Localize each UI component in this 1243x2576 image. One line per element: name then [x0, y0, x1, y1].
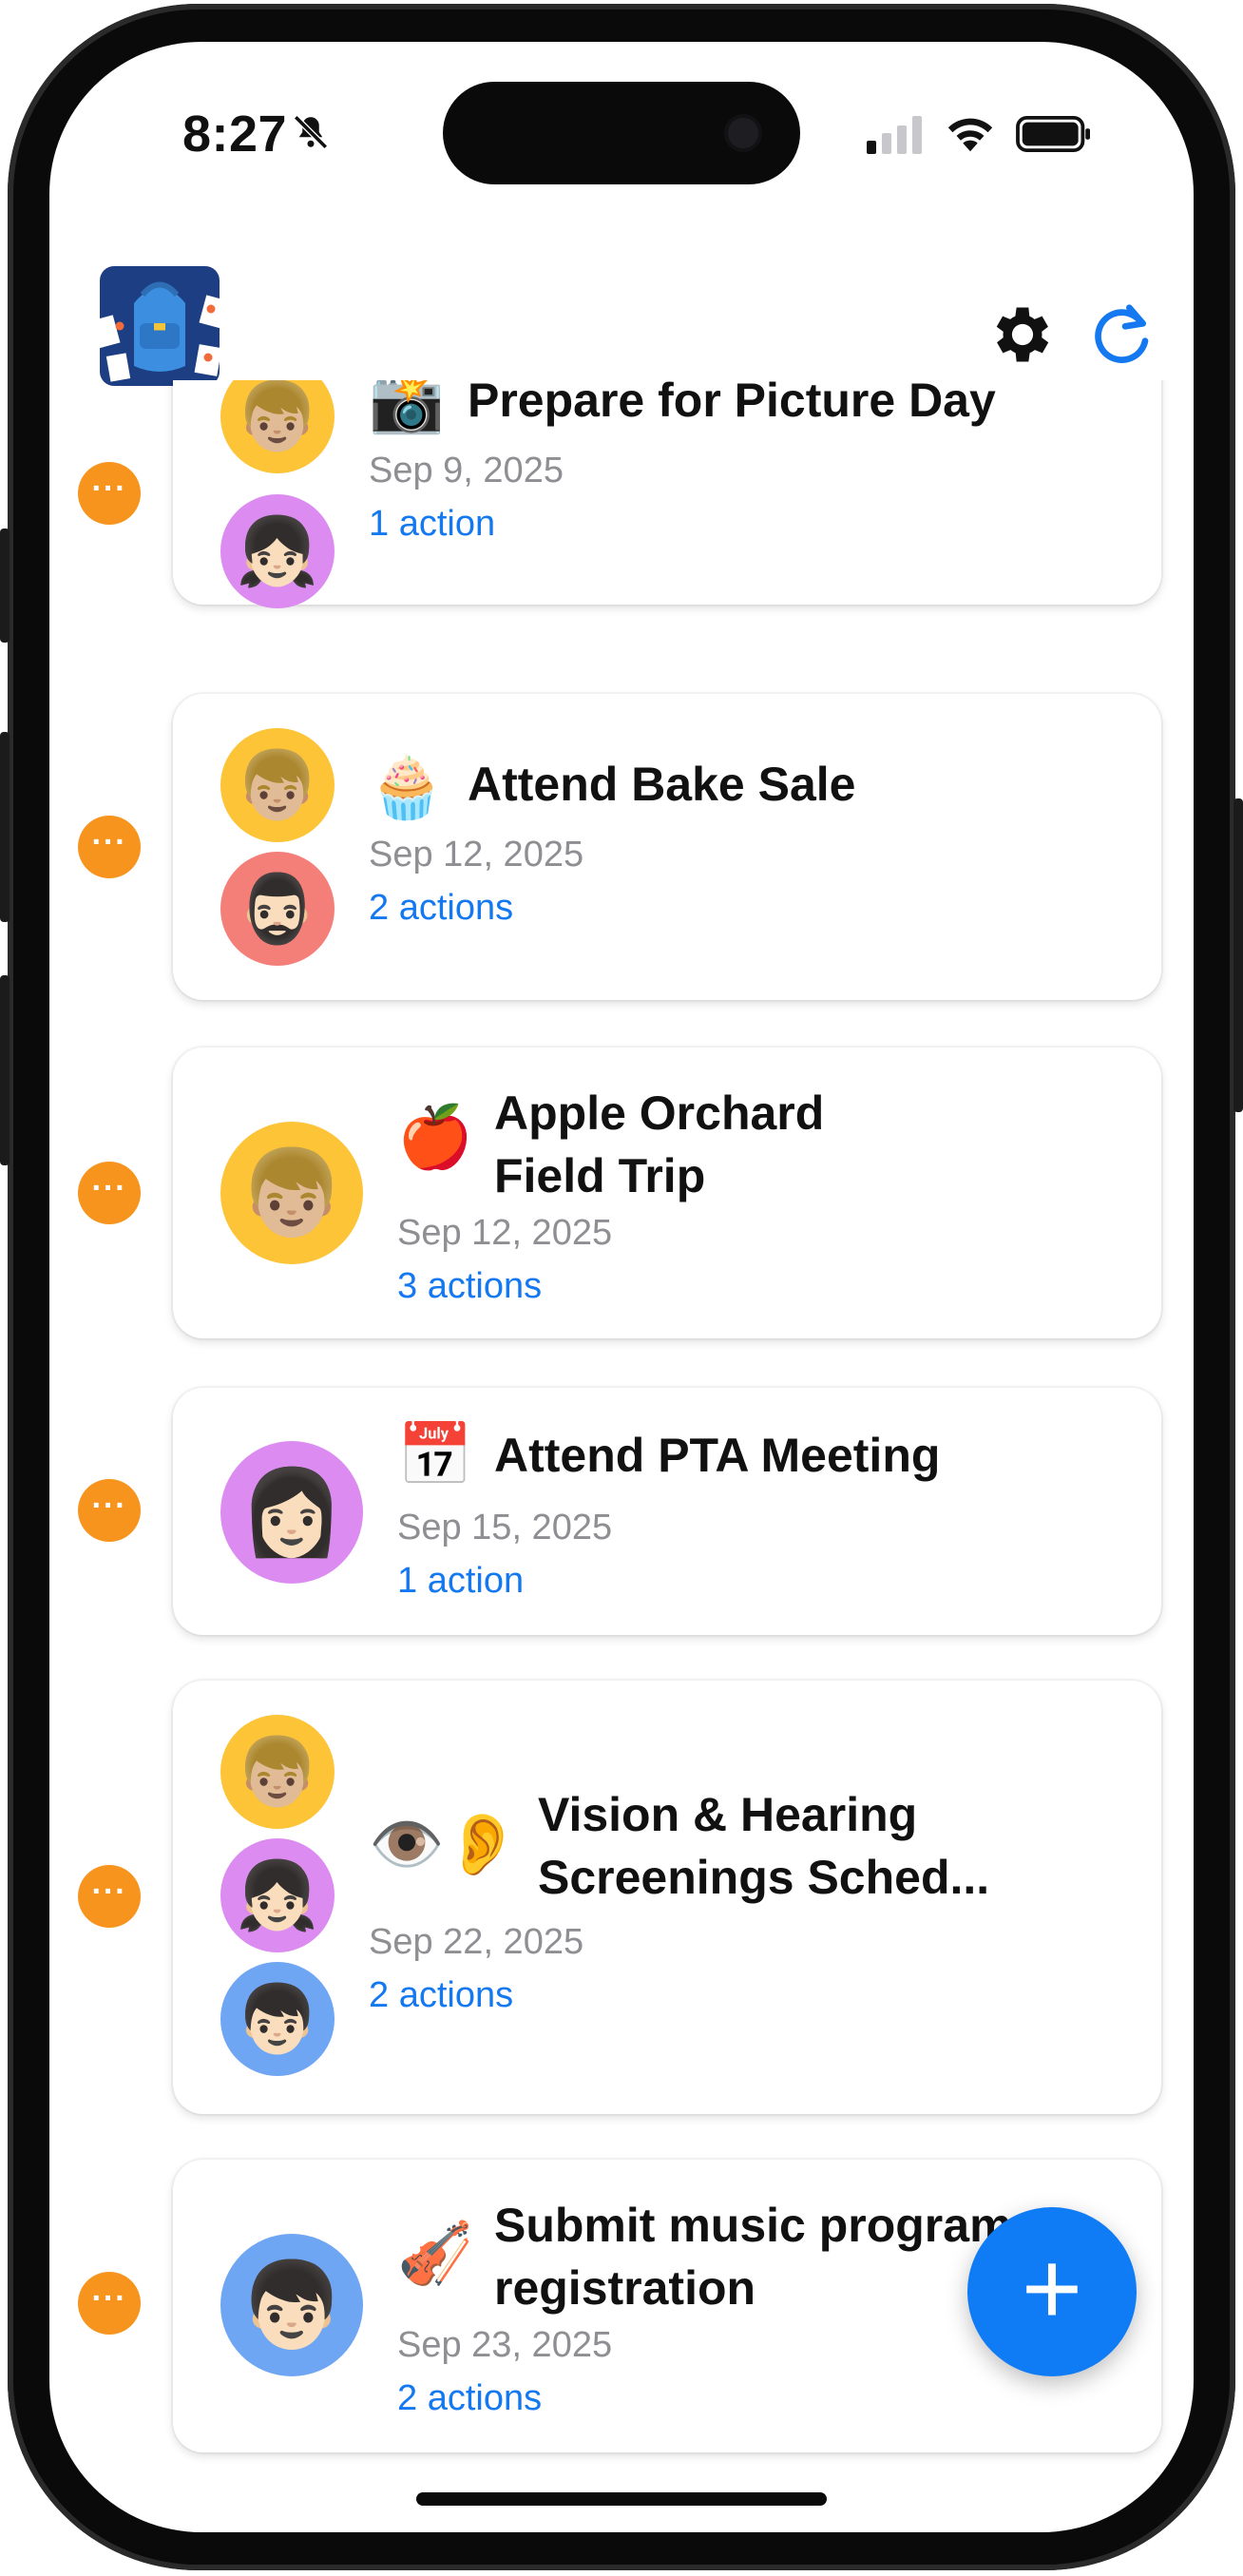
- cellular-signal-icon: [867, 116, 922, 154]
- child-avatar: 👦🏼: [220, 380, 335, 473]
- event-date: Sep 9, 2025: [369, 451, 564, 490]
- home-indicator[interactable]: [416, 2492, 827, 2506]
- event-date: Sep 22, 2025: [369, 1922, 584, 1962]
- event-date: Sep 12, 2025: [369, 835, 584, 875]
- child-avatar: 👦🏼: [220, 728, 335, 842]
- status-time: 8:27: [182, 106, 288, 163]
- event-emoji: 🎻: [397, 2219, 473, 2287]
- event-emoji: 🍎: [397, 1103, 473, 1171]
- event-card[interactable]: 👩🏻 📅 Attend PTA Meeting Sep 15, 2025 1 a…: [173, 1388, 1161, 1635]
- wifi-icon: [947, 118, 993, 152]
- refresh-icon[interactable]: [1083, 297, 1159, 373]
- child-avatar: 👦🏼: [220, 1715, 335, 1829]
- child-avatar: 👦🏼: [220, 1122, 363, 1264]
- status-bar: 8:27: [49, 42, 1194, 222]
- power-button: [1233, 798, 1243, 1112]
- event-list[interactable]: ··· 👦🏼 👧🏻 📸 Prepare for Picture Day Sep …: [49, 380, 1194, 2500]
- event-emoji: 📸: [369, 380, 445, 435]
- event-emoji: 👁️👂: [369, 1810, 521, 1878]
- more-options-button[interactable]: ···: [78, 816, 141, 878]
- more-options-button[interactable]: ···: [78, 1479, 141, 1542]
- child-avatar: 👧🏻: [220, 1838, 335, 1952]
- event-actions-link[interactable]: 2 actions: [369, 1973, 513, 2017]
- event-actions-link[interactable]: 1 action: [369, 502, 495, 546]
- settings-gear-icon[interactable]: [986, 298, 1059, 371]
- event-title: Attend PTA Meeting: [494, 1429, 941, 1482]
- event-emoji: 📅: [397, 1420, 473, 1489]
- more-options-button[interactable]: ···: [78, 1162, 141, 1224]
- event-title: Submit music program registration: [494, 2199, 1012, 2315]
- child-avatar: 👦🏻: [220, 1962, 335, 2076]
- event-actions-link[interactable]: 3 actions: [397, 1264, 542, 1308]
- event-title: Apple Orchard Field Trip: [494, 1086, 825, 1202]
- event-date: Sep 15, 2025: [397, 1508, 613, 1548]
- event-actions-link[interactable]: 2 actions: [369, 886, 513, 930]
- more-options-button[interactable]: ···: [78, 462, 141, 525]
- event-title: Vision & Hearing Screenings Sched...: [538, 1788, 990, 1904]
- action-button: [0, 529, 10, 643]
- parent-avatar: 👩🏻: [220, 1441, 363, 1584]
- event-card[interactable]: 👦🏼 🍎 Apple Orchard Field Trip Sep 12, 20…: [173, 1048, 1161, 1338]
- event-actions-link[interactable]: 1 action: [397, 1559, 524, 1603]
- volume-down-button: [0, 975, 10, 1165]
- add-event-button[interactable]: +: [967, 2207, 1137, 2376]
- event-emoji: 🧁: [369, 753, 445, 821]
- front-camera: [728, 118, 758, 148]
- event-card[interactable]: 👦🏼 👧🏻 👦🏻 👁️👂 Vision & Hearing Screenings…: [173, 1681, 1161, 2114]
- dynamic-island: [443, 82, 800, 184]
- event-date: Sep 12, 2025: [397, 1213, 613, 1253]
- event-actions-link[interactable]: 2 actions: [397, 2376, 542, 2420]
- event-card[interactable]: 👦🏼 🧔🏻‍♂️ 🧁 Attend Bake Sale Sep 12, 2025…: [173, 694, 1161, 1000]
- event-title: Prepare for Picture Day: [468, 380, 996, 427]
- parent-avatar: 🧔🏻‍♂️: [220, 852, 335, 966]
- event-card[interactable]: 👦🏼 👧🏻 📸 Prepare for Picture Day Sep 9, 2…: [173, 380, 1161, 608]
- child-avatar: 👧🏻: [220, 494, 335, 608]
- event-title: Attend Bake Sale: [468, 758, 856, 811]
- event-date: Sep 23, 2025: [397, 2325, 613, 2365]
- child-avatar: 👦🏻: [220, 2234, 363, 2376]
- battery-icon: [1016, 116, 1090, 152]
- more-options-button[interactable]: ···: [78, 1865, 141, 1928]
- silent-bell-icon: [294, 115, 328, 149]
- more-options-button[interactable]: ···: [78, 2272, 141, 2335]
- app-screen: 8:27 ··· 👦🏼 👧🏻 📸 Prepare for Picture Day…: [49, 42, 1194, 2532]
- volume-up-button: [0, 732, 10, 922]
